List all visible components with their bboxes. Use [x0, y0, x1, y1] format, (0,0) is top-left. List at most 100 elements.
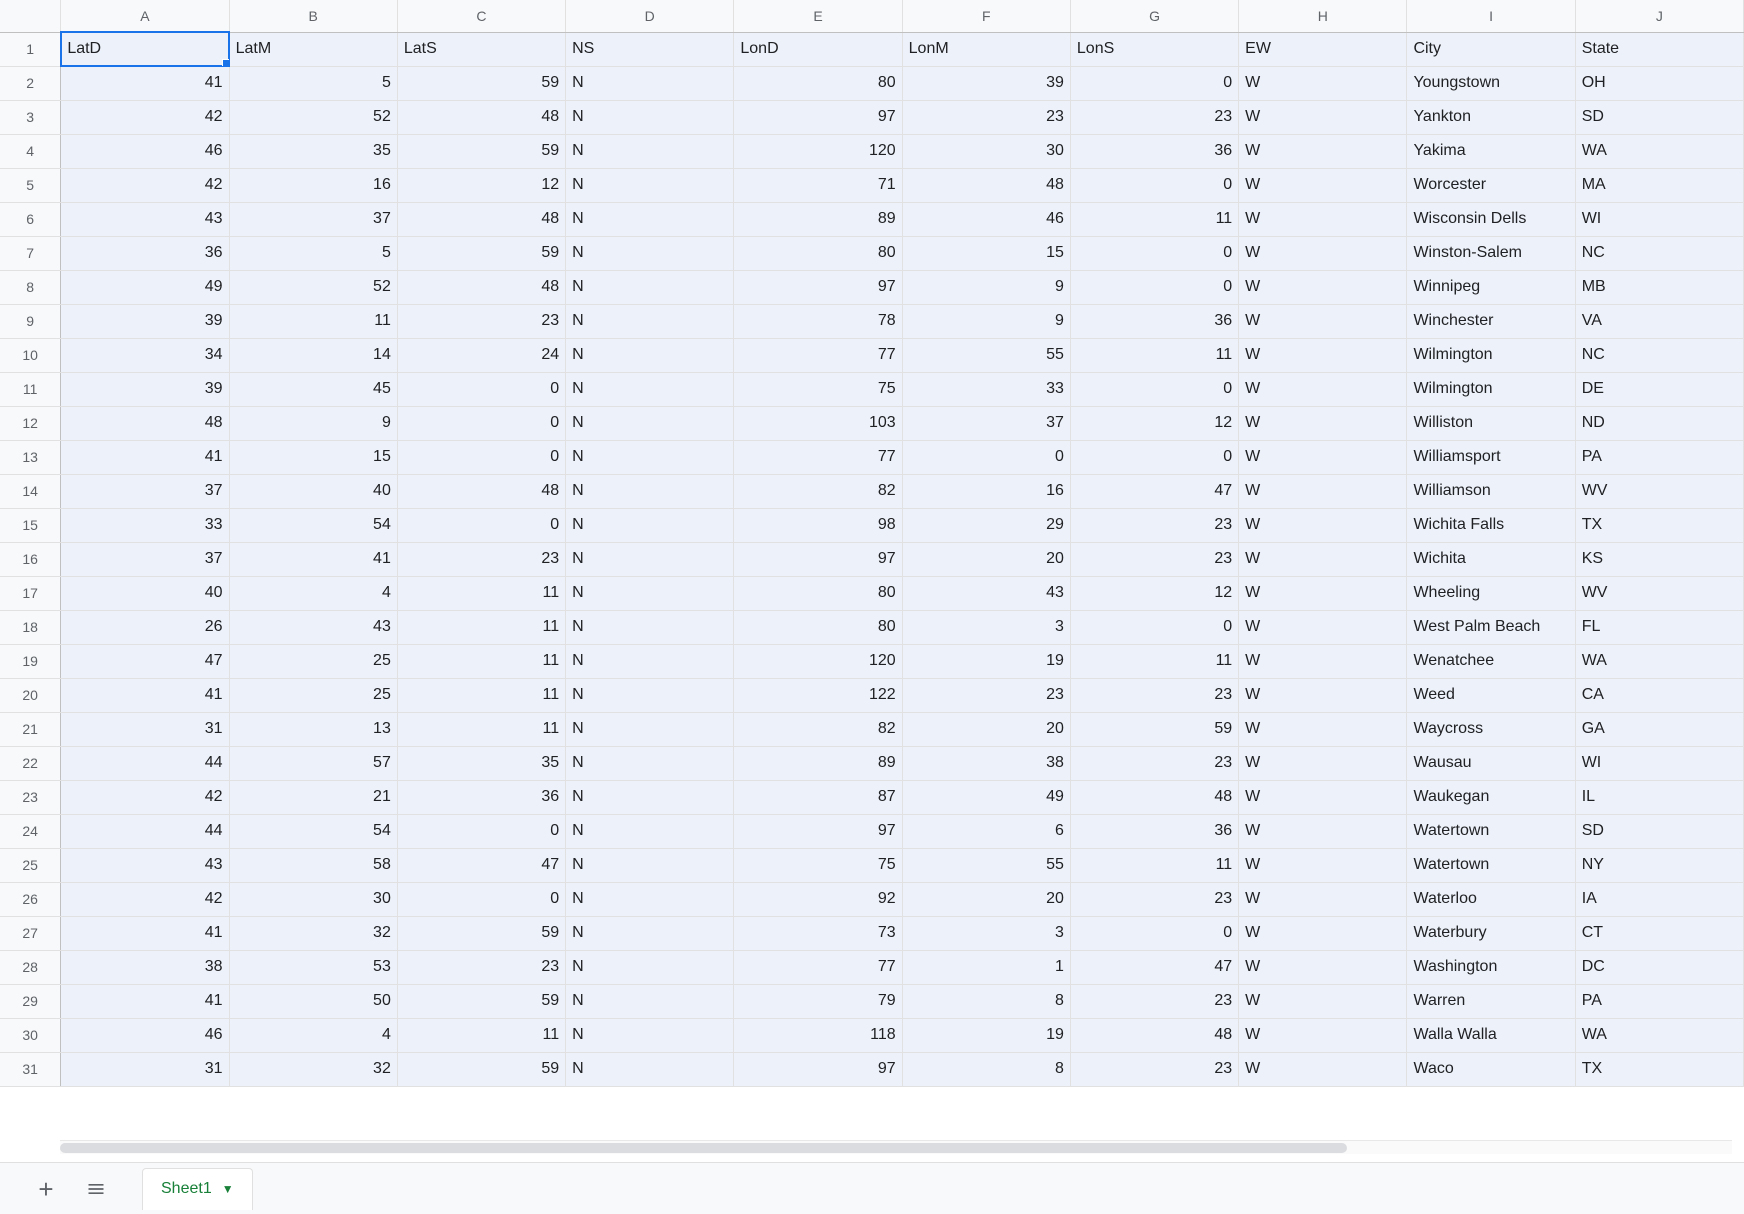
cell-C22[interactable]: 35 — [397, 746, 565, 780]
cell-J9[interactable]: VA — [1575, 304, 1743, 338]
cell-E7[interactable]: 80 — [734, 236, 902, 270]
cell-E8[interactable]: 97 — [734, 270, 902, 304]
cell-D26[interactable]: N — [566, 882, 734, 916]
row-header-11[interactable]: 11 — [0, 372, 61, 406]
cell-I27[interactable]: Waterbury — [1407, 916, 1575, 950]
cell-H12[interactable]: W — [1239, 406, 1407, 440]
cell-J27[interactable]: CT — [1575, 916, 1743, 950]
cell-E25[interactable]: 75 — [734, 848, 902, 882]
cell-I19[interactable]: Wenatchee — [1407, 644, 1575, 678]
cell-I7[interactable]: Winston-Salem — [1407, 236, 1575, 270]
cell-B9[interactable]: 11 — [229, 304, 397, 338]
cell-J14[interactable]: WV — [1575, 474, 1743, 508]
cell-I17[interactable]: Wheeling — [1407, 576, 1575, 610]
cell-H20[interactable]: W — [1239, 678, 1407, 712]
cell-A26[interactable]: 42 — [61, 882, 229, 916]
cell-J17[interactable]: WV — [1575, 576, 1743, 610]
cell-J7[interactable]: NC — [1575, 236, 1743, 270]
cell-B11[interactable]: 45 — [229, 372, 397, 406]
cell-G31[interactable]: 23 — [1070, 1052, 1238, 1086]
cell-G21[interactable]: 59 — [1070, 712, 1238, 746]
cell-J23[interactable]: IL — [1575, 780, 1743, 814]
cell-I4[interactable]: Yakima — [1407, 134, 1575, 168]
cell-A15[interactable]: 33 — [61, 508, 229, 542]
cell-J19[interactable]: WA — [1575, 644, 1743, 678]
cell-B16[interactable]: 41 — [229, 542, 397, 576]
cell-C24[interactable]: 0 — [397, 814, 565, 848]
cell-F29[interactable]: 8 — [902, 984, 1070, 1018]
cell-A5[interactable]: 42 — [61, 168, 229, 202]
cell-G1[interactable]: LonS — [1070, 32, 1238, 66]
row-header-15[interactable]: 15 — [0, 508, 61, 542]
cell-J16[interactable]: KS — [1575, 542, 1743, 576]
cell-B2[interactable]: 5 — [229, 66, 397, 100]
cell-F5[interactable]: 48 — [902, 168, 1070, 202]
cell-G28[interactable]: 47 — [1070, 950, 1238, 984]
cell-H18[interactable]: W — [1239, 610, 1407, 644]
cell-D9[interactable]: N — [566, 304, 734, 338]
cell-C3[interactable]: 48 — [397, 100, 565, 134]
cell-J11[interactable]: DE — [1575, 372, 1743, 406]
cell-G25[interactable]: 11 — [1070, 848, 1238, 882]
cell-D31[interactable]: N — [566, 1052, 734, 1086]
cell-G30[interactable]: 48 — [1070, 1018, 1238, 1052]
cell-G7[interactable]: 0 — [1070, 236, 1238, 270]
cell-F23[interactable]: 49 — [902, 780, 1070, 814]
cell-G18[interactable]: 0 — [1070, 610, 1238, 644]
cell-C5[interactable]: 12 — [397, 168, 565, 202]
cell-G13[interactable]: 0 — [1070, 440, 1238, 474]
cell-E4[interactable]: 120 — [734, 134, 902, 168]
cell-D13[interactable]: N — [566, 440, 734, 474]
cell-H27[interactable]: W — [1239, 916, 1407, 950]
cell-B1[interactable]: LatM — [229, 32, 397, 66]
cell-C2[interactable]: 59 — [397, 66, 565, 100]
cell-I12[interactable]: Williston — [1407, 406, 1575, 440]
cell-E12[interactable]: 103 — [734, 406, 902, 440]
cell-G2[interactable]: 0 — [1070, 66, 1238, 100]
cell-F3[interactable]: 23 — [902, 100, 1070, 134]
row-header-12[interactable]: 12 — [0, 406, 61, 440]
cell-I15[interactable]: Wichita Falls — [1407, 508, 1575, 542]
cell-B5[interactable]: 16 — [229, 168, 397, 202]
cell-G24[interactable]: 36 — [1070, 814, 1238, 848]
cell-J2[interactable]: OH — [1575, 66, 1743, 100]
row-header-13[interactable]: 13 — [0, 440, 61, 474]
column-header-H[interactable]: H — [1239, 0, 1407, 32]
cell-E21[interactable]: 82 — [734, 712, 902, 746]
cell-C10[interactable]: 24 — [397, 338, 565, 372]
cell-B22[interactable]: 57 — [229, 746, 397, 780]
cell-D19[interactable]: N — [566, 644, 734, 678]
add-sheet-button[interactable]: + — [28, 1171, 64, 1207]
cell-C30[interactable]: 11 — [397, 1018, 565, 1052]
cell-B13[interactable]: 15 — [229, 440, 397, 474]
cell-J26[interactable]: IA — [1575, 882, 1743, 916]
column-header-E[interactable]: E — [734, 0, 902, 32]
cell-F28[interactable]: 1 — [902, 950, 1070, 984]
row-header-8[interactable]: 8 — [0, 270, 61, 304]
column-header-I[interactable]: I — [1407, 0, 1575, 32]
cell-F21[interactable]: 20 — [902, 712, 1070, 746]
horizontal-scrollbar[interactable] — [60, 1140, 1732, 1154]
row-header-28[interactable]: 28 — [0, 950, 61, 984]
cell-F27[interactable]: 3 — [902, 916, 1070, 950]
cell-A10[interactable]: 34 — [61, 338, 229, 372]
cell-H14[interactable]: W — [1239, 474, 1407, 508]
cell-A28[interactable]: 38 — [61, 950, 229, 984]
row-header-2[interactable]: 2 — [0, 66, 61, 100]
cell-C28[interactable]: 23 — [397, 950, 565, 984]
cell-I25[interactable]: Watertown — [1407, 848, 1575, 882]
cell-A14[interactable]: 37 — [61, 474, 229, 508]
cell-H31[interactable]: W — [1239, 1052, 1407, 1086]
cell-I21[interactable]: Waycross — [1407, 712, 1575, 746]
cell-I18[interactable]: West Palm Beach — [1407, 610, 1575, 644]
cell-D10[interactable]: N — [566, 338, 734, 372]
cell-A2[interactable]: 41 — [61, 66, 229, 100]
cell-F17[interactable]: 43 — [902, 576, 1070, 610]
cell-J20[interactable]: CA — [1575, 678, 1743, 712]
row-header-16[interactable]: 16 — [0, 542, 61, 576]
column-header-D[interactable]: D — [566, 0, 734, 32]
cell-E11[interactable]: 75 — [734, 372, 902, 406]
cell-H5[interactable]: W — [1239, 168, 1407, 202]
cell-G10[interactable]: 11 — [1070, 338, 1238, 372]
cell-B31[interactable]: 32 — [229, 1052, 397, 1086]
